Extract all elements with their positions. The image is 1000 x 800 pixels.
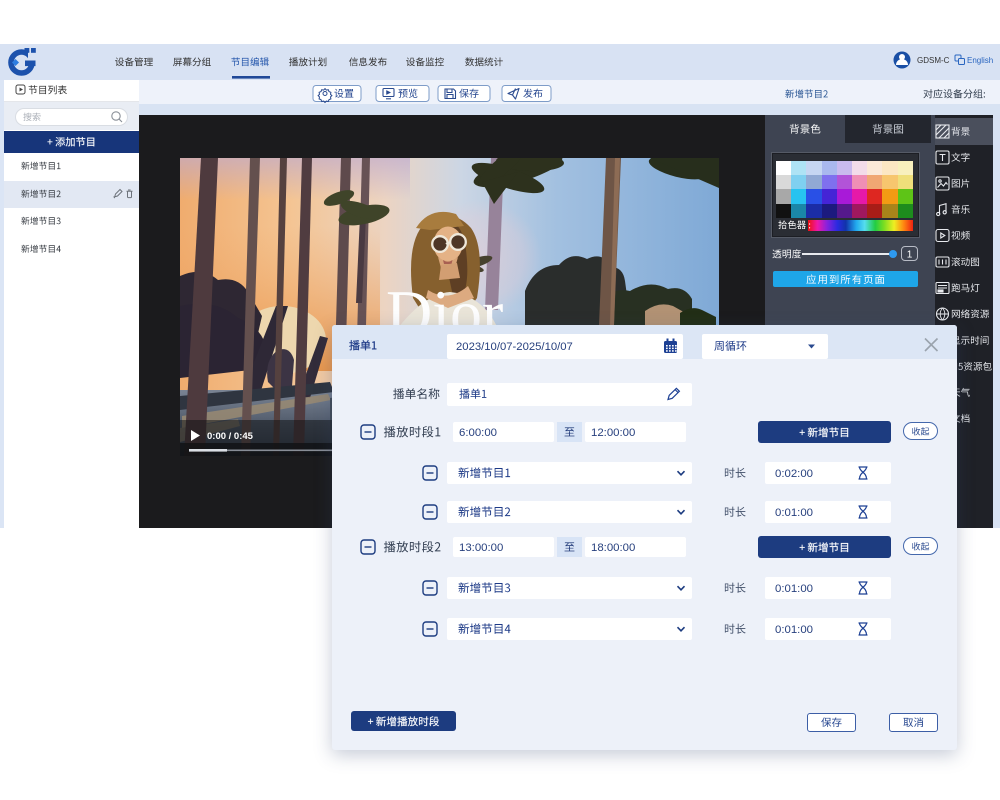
svg-text:0:01:00: 0:01:00 — [775, 583, 813, 595]
svg-text:12:00:00: 12:00:00 — [591, 427, 635, 439]
svg-text:6:00:00: 6:00:00 — [459, 427, 497, 439]
svg-text:0:01:00: 0:01:00 — [775, 507, 813, 519]
svg-text:18:00:00: 18:00:00 — [591, 542, 635, 554]
svg-text:2023/10/07-2025/10/07: 2023/10/07-2025/10/07 — [456, 341, 573, 353]
svg-text:13:00:00: 13:00:00 — [459, 542, 503, 554]
svg-text:0:02:00: 0:02:00 — [775, 468, 813, 480]
svg-text:0:01:00: 0:01:00 — [775, 624, 813, 636]
